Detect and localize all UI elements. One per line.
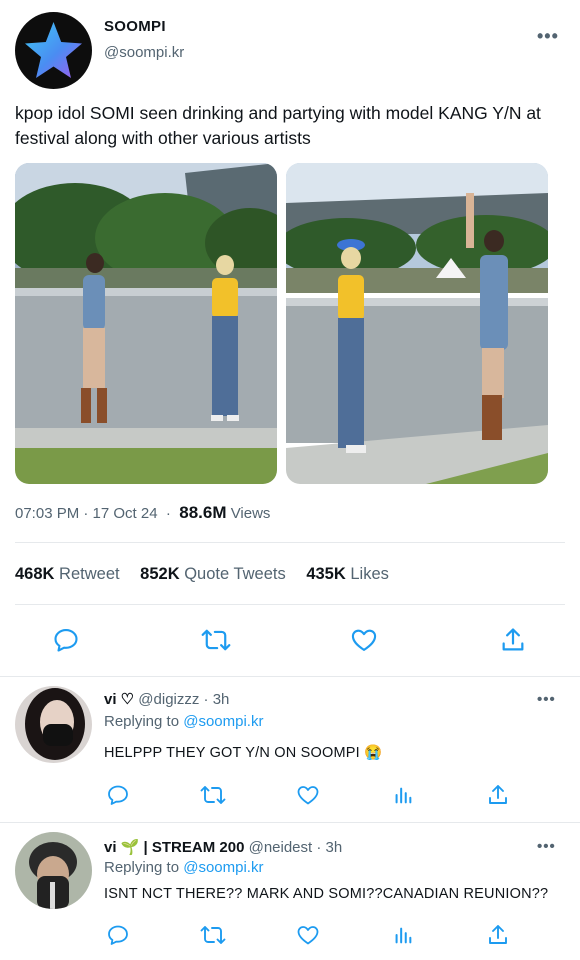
tweet-text: kpop idol SOMI seen drinking and partyin… bbox=[15, 103, 541, 148]
divider bbox=[0, 822, 580, 823]
analytics-button[interactable] bbox=[388, 780, 418, 810]
like-button[interactable] bbox=[293, 920, 323, 950]
share-button[interactable] bbox=[483, 780, 513, 810]
divider bbox=[15, 604, 565, 605]
reply-button[interactable] bbox=[103, 780, 133, 810]
reply-button[interactable] bbox=[51, 625, 81, 655]
quotes-label[interactable]: Quote Tweets bbox=[184, 565, 286, 583]
more-icon[interactable]: ••• bbox=[537, 26, 559, 47]
reply-button[interactable] bbox=[103, 920, 133, 950]
meta-separator: · bbox=[161, 505, 176, 522]
retweets-count[interactable]: 468K bbox=[15, 565, 54, 583]
reply-header: vi 🌱 | STREAM 200 @neidest · 3h bbox=[104, 838, 342, 856]
retweet-button[interactable] bbox=[198, 920, 228, 950]
retweet-icon bbox=[201, 629, 231, 651]
reply-author-handle[interactable]: @neidest bbox=[249, 839, 313, 856]
reply-avatar[interactable] bbox=[15, 686, 92, 763]
reply-text: ISNT NCT THERE?? MARK AND SOMI??CANADIAN… bbox=[104, 886, 549, 902]
replying-label: Replying to bbox=[104, 713, 180, 730]
share-button[interactable] bbox=[483, 920, 513, 950]
retweet-button[interactable] bbox=[201, 625, 231, 655]
reply-icon bbox=[108, 925, 128, 945]
author-name[interactable]: SOOMPI bbox=[104, 18, 166, 35]
like-button[interactable] bbox=[349, 625, 379, 655]
reply-icon bbox=[54, 629, 78, 652]
retweet-icon bbox=[200, 926, 226, 944]
more-icon[interactable]: ••• bbox=[537, 691, 556, 708]
reply-separator: · bbox=[316, 839, 322, 856]
share-icon bbox=[489, 925, 507, 944]
retweets-label[interactable]: Retweet bbox=[59, 565, 120, 583]
reply-icon bbox=[108, 785, 128, 805]
tweet-time: 07:03 PM · 17 Oct 24 bbox=[15, 505, 158, 522]
analytics-icon bbox=[395, 927, 412, 944]
retweet-icon bbox=[200, 786, 226, 804]
share-icon bbox=[502, 628, 524, 651]
views-count: 88.6M bbox=[179, 503, 227, 522]
tweet-meta: 07:03 PM · 17 Oct 24 · 88.6M Views bbox=[15, 503, 270, 523]
reply-author-name[interactable]: vi 🌱 | STREAM 200 bbox=[104, 839, 244, 856]
reply-author-handle[interactable]: @digizzz bbox=[138, 691, 199, 708]
replying-to: Replying to @soompi.kr bbox=[104, 713, 263, 730]
divider bbox=[0, 676, 580, 677]
share-button[interactable] bbox=[498, 625, 528, 655]
star-logo-icon bbox=[25, 22, 82, 78]
replying-to: Replying to @soompi.kr bbox=[104, 859, 263, 876]
replying-label: Replying to bbox=[104, 859, 180, 876]
likes-count[interactable]: 435K bbox=[306, 565, 345, 583]
replying-handle[interactable]: @soompi.kr bbox=[183, 859, 263, 876]
reply-text: HELPPP THEY GOT Y/N ON SOOMPI 😭 bbox=[104, 745, 383, 761]
like-icon bbox=[297, 926, 319, 945]
author-handle[interactable]: @soompi.kr bbox=[104, 44, 184, 61]
reply-author-name[interactable]: vi ♡ bbox=[104, 691, 134, 708]
reply-time: 3h bbox=[325, 839, 343, 856]
like-icon bbox=[297, 786, 319, 805]
quotes-count[interactable]: 852K bbox=[140, 565, 179, 583]
replying-handle[interactable]: @soompi.kr bbox=[183, 713, 263, 730]
analytics-icon bbox=[395, 787, 412, 804]
analytics-button[interactable] bbox=[388, 920, 418, 950]
like-icon bbox=[351, 629, 377, 651]
divider bbox=[15, 542, 565, 543]
engagement-stats: 468K Retweet 852K Quote Tweets 435K Like… bbox=[15, 565, 389, 584]
tweet-photo-1[interactable] bbox=[15, 163, 277, 484]
retweet-button[interactable] bbox=[198, 780, 228, 810]
reply-time: 3h bbox=[212, 691, 230, 708]
like-button[interactable] bbox=[293, 780, 323, 810]
reply-header: vi ♡ @digizzz · 3h bbox=[104, 690, 229, 708]
views-label: Views bbox=[230, 505, 271, 522]
likes-label[interactable]: Likes bbox=[350, 565, 389, 583]
author-avatar[interactable] bbox=[15, 12, 92, 89]
share-icon bbox=[489, 785, 507, 804]
reply-separator: · bbox=[203, 691, 209, 708]
tweet-photo-2[interactable] bbox=[286, 163, 548, 484]
reply-avatar[interactable] bbox=[15, 832, 92, 909]
more-icon[interactable]: ••• bbox=[537, 838, 556, 855]
